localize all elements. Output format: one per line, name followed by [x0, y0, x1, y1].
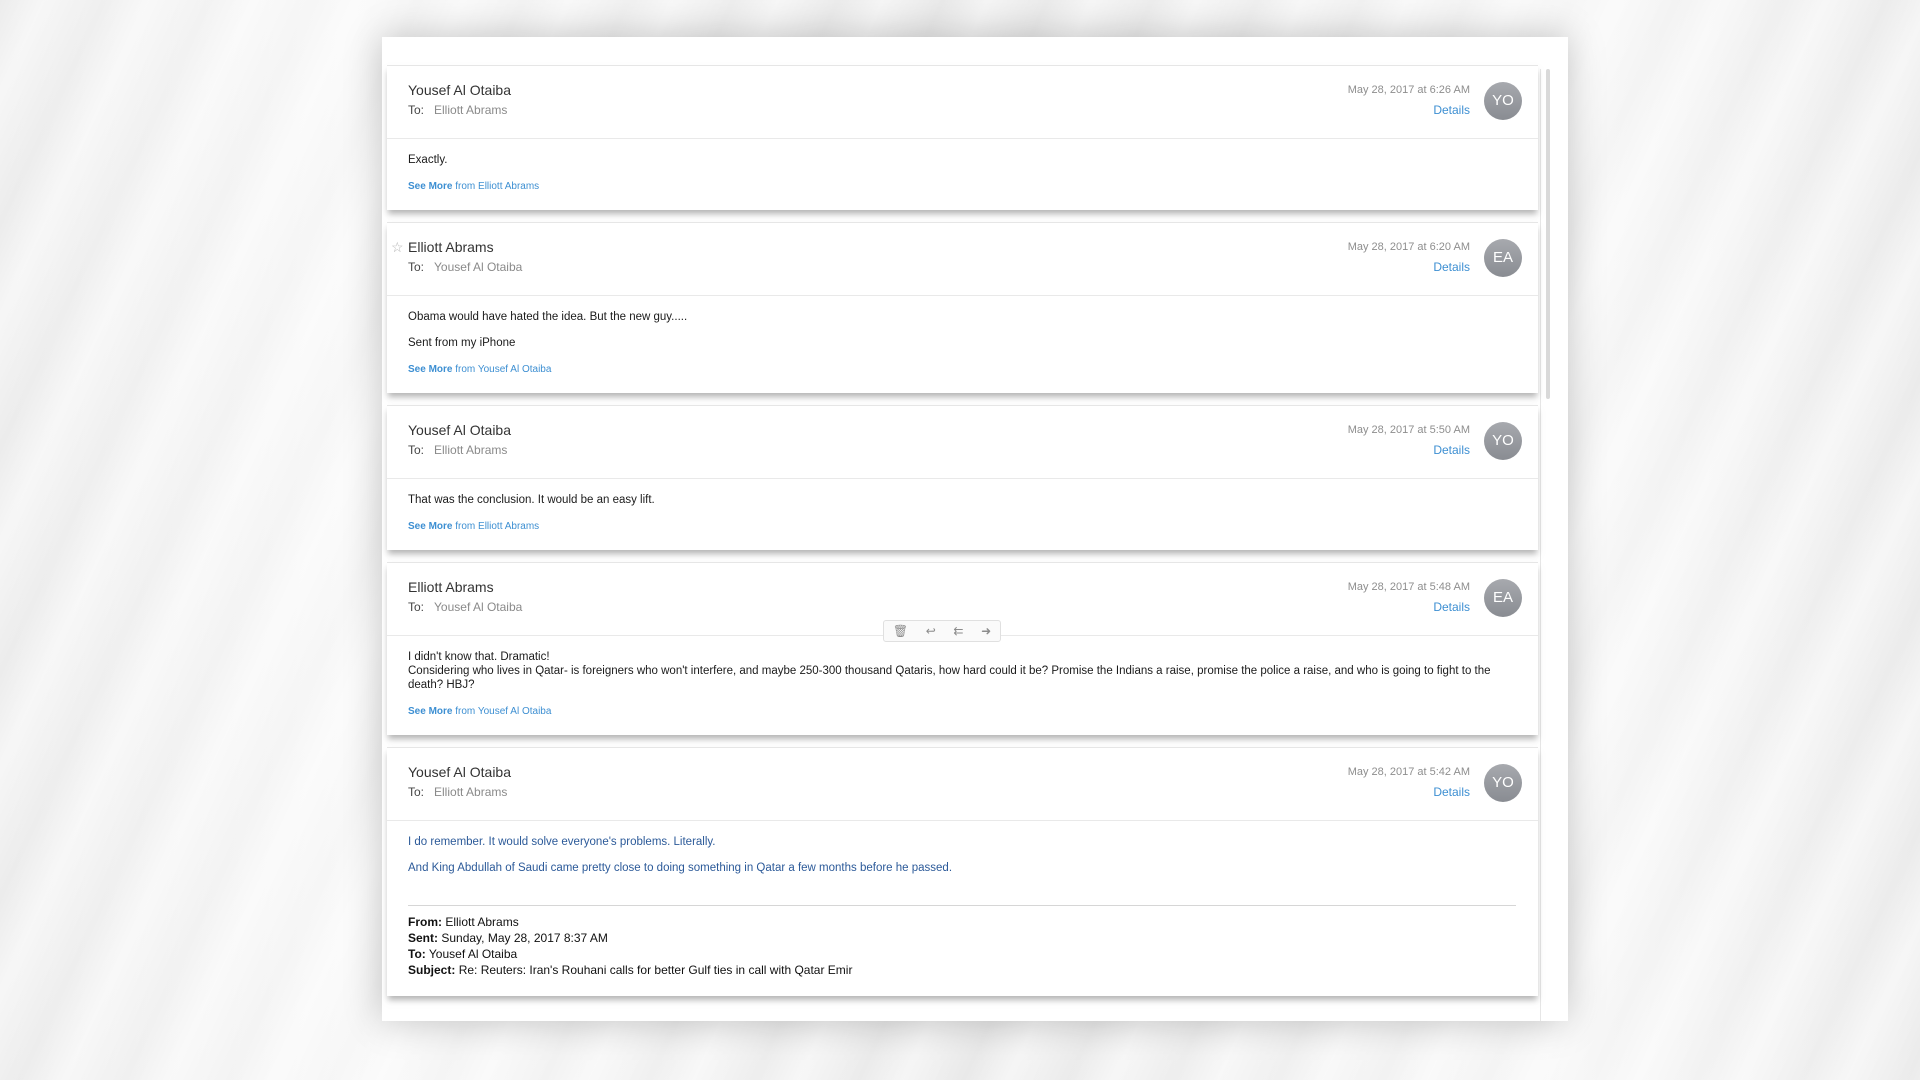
- details-link[interactable]: Details: [1433, 785, 1470, 799]
- quoted-sent-label: Sent:: [408, 931, 438, 945]
- quoted-from: From: Elliott Abrams: [408, 914, 1516, 930]
- body-text: I do remember. It would solve everyone's…: [408, 836, 716, 848]
- message-card[interactable]: Elliott Abrams To: Yousef Al Otaiba May 2…: [387, 562, 1538, 735]
- message-action-toolbar: 🗑 ↩ ⇇ ➜: [883, 620, 1001, 642]
- body-text: That was the conclusion. It would be an …: [408, 494, 655, 506]
- quoted-to-label: To:: [408, 947, 426, 961]
- to-label: To:: [408, 260, 425, 274]
- see-more-source: from Elliott Abrams: [455, 181, 540, 192]
- message-body: I didn't know that. Dramatic! Considerin…: [387, 636, 1538, 735]
- message-date: May 28, 2017 at 5:50 AM: [1347, 424, 1470, 436]
- sender-name: Yousef Al Otaiba: [408, 764, 512, 780]
- details-link[interactable]: Details: [1433, 260, 1470, 274]
- message-header: Yousef Al Otaiba To: Elliott Abrams May 2…: [387, 748, 1538, 821]
- message-card[interactable]: Yousef Al Otaiba To: Elliott Abrams May 2…: [387, 405, 1538, 550]
- avatar: YO: [1484, 422, 1522, 460]
- recipient-row: To: Elliott Abrams: [408, 443, 507, 457]
- message-card[interactable]: Yousef Al Otaiba To: Elliott Abrams May 2…: [387, 747, 1538, 996]
- see-more-link[interactable]: See More from Yousef Al Otaiba: [408, 706, 1516, 717]
- see-more-link[interactable]: See More from Elliott Abrams: [408, 181, 1516, 192]
- scrollbar-thumb[interactable]: [1546, 69, 1550, 399]
- avatar: EA: [1484, 239, 1522, 277]
- recipient-row: To: Yousef Al Otaiba: [408, 260, 522, 274]
- avatar: YO: [1484, 82, 1522, 120]
- message-header: Yousef Al Otaiba To: Elliott Abrams May 2…: [387, 406, 1538, 479]
- quoted-sent: Sent: Sunday, May 28, 2017 8:37 AM: [408, 930, 1516, 946]
- see-more-source: from Yousef Al Otaiba: [455, 706, 552, 717]
- sender-name: Yousef Al Otaiba: [408, 82, 512, 98]
- message-header: Elliott Abrams To: Yousef Al Otaiba May 2…: [387, 563, 1538, 642]
- reply-all-icon[interactable]: ⇇: [953, 624, 963, 638]
- trash-icon[interactable]: 🗑: [893, 624, 908, 638]
- message-date: May 28, 2017 at 5:42 AM: [1347, 766, 1470, 778]
- message-date: May 28, 2017 at 6:26 AM: [1347, 84, 1470, 96]
- to-label: To:: [408, 103, 425, 117]
- body-text: I didn't know that. Dramatic!: [408, 651, 550, 663]
- see-more-label: See More: [408, 706, 453, 717]
- details-link[interactable]: Details: [1433, 443, 1470, 457]
- see-more-source: from Yousef Al Otaiba: [455, 364, 552, 375]
- see-more-label: See More: [408, 521, 453, 532]
- message-card[interactable]: ☆ Elliott Abrams To: Yousef Al Otaiba May…: [387, 222, 1538, 393]
- message-body: I do remember. It would solve everyone's…: [387, 821, 1538, 996]
- recipient-row: To: Yousef Al Otaiba: [408, 600, 522, 614]
- recipient-name: Yousef Al Otaiba: [434, 600, 523, 614]
- see-more-source: from Elliott Abrams: [455, 521, 540, 532]
- sender-name: Elliott Abrams: [408, 239, 494, 255]
- to-label: To:: [408, 443, 425, 457]
- see-more-label: See More: [408, 364, 453, 375]
- message-header: ☆ Elliott Abrams To: Yousef Al Otaiba May…: [387, 223, 1538, 296]
- sender-name: Elliott Abrams: [408, 579, 494, 595]
- message-body: Obama would have hated the idea. But the…: [387, 296, 1538, 393]
- quoted-from-label: From:: [408, 915, 442, 929]
- body-text: And King Abdullah of Saudi came pretty c…: [408, 862, 953, 874]
- details-link[interactable]: Details: [1433, 103, 1470, 117]
- message-date: May 28, 2017 at 5:48 AM: [1347, 581, 1470, 593]
- recipient-row: To: Elliott Abrams: [408, 103, 507, 117]
- signature-text: Sent from my iPhone: [408, 337, 516, 349]
- quoted-sent-value: Sunday, May 28, 2017 8:37 AM: [441, 931, 608, 945]
- see-more-link[interactable]: See More from Yousef Al Otaiba: [408, 364, 1516, 375]
- quoted-subject-value: Re: Reuters: Iran's Rouhani calls for be…: [458, 963, 853, 977]
- email-window: Yousef Al Otaiba To: Elliott Abrams May 2…: [382, 37, 1568, 1021]
- message-card[interactable]: Yousef Al Otaiba To: Elliott Abrams May 2…: [387, 65, 1538, 210]
- recipient-name: Elliott Abrams: [434, 785, 508, 799]
- recipient-name: Elliott Abrams: [434, 103, 508, 117]
- quoted-header: From: Elliott Abrams Sent: Sunday, May 2…: [408, 905, 1516, 978]
- quoted-subject-label: Subject:: [408, 963, 456, 977]
- avatar: YO: [1484, 764, 1522, 802]
- avatar: EA: [1484, 579, 1522, 617]
- reply-icon[interactable]: ↩: [926, 624, 936, 638]
- see-more-label: See More: [408, 181, 453, 192]
- message-date: May 28, 2017 at 6:20 AM: [1347, 241, 1470, 253]
- star-icon[interactable]: ☆: [391, 239, 404, 256]
- message-header: Yousef Al Otaiba To: Elliott Abrams May 2…: [387, 66, 1538, 139]
- recipient-name: Yousef Al Otaiba: [434, 260, 523, 274]
- scroll-track: [1540, 69, 1541, 1021]
- message-thread: Yousef Al Otaiba To: Elliott Abrams May 2…: [387, 65, 1538, 1021]
- details-link[interactable]: Details: [1433, 600, 1470, 614]
- message-body: That was the conclusion. It would be an …: [387, 479, 1538, 550]
- quoted-subject: Subject: Re: Reuters: Iran's Rouhani cal…: [408, 962, 1516, 978]
- sender-name: Yousef Al Otaiba: [408, 422, 512, 438]
- recipient-name: Elliott Abrams: [434, 443, 508, 457]
- body-text: Obama would have hated the idea. But the…: [408, 311, 688, 323]
- body-text: Considering who lives in Qatar- is forei…: [408, 665, 1491, 691]
- recipient-row: To: Elliott Abrams: [408, 785, 507, 799]
- message-body: Exactly. See More from Elliott Abrams: [387, 139, 1538, 210]
- forward-icon[interactable]: ➜: [981, 624, 991, 638]
- to-label: To:: [408, 600, 425, 614]
- see-more-link[interactable]: See More from Elliott Abrams: [408, 521, 1516, 532]
- quoted-from-value: Elliott Abrams: [445, 915, 519, 929]
- body-text: Exactly.: [408, 154, 448, 166]
- quoted-to-value: Yousef Al Otaiba: [428, 947, 518, 961]
- to-label: To:: [408, 785, 425, 799]
- quoted-to: To: Yousef Al Otaiba: [408, 946, 1516, 962]
